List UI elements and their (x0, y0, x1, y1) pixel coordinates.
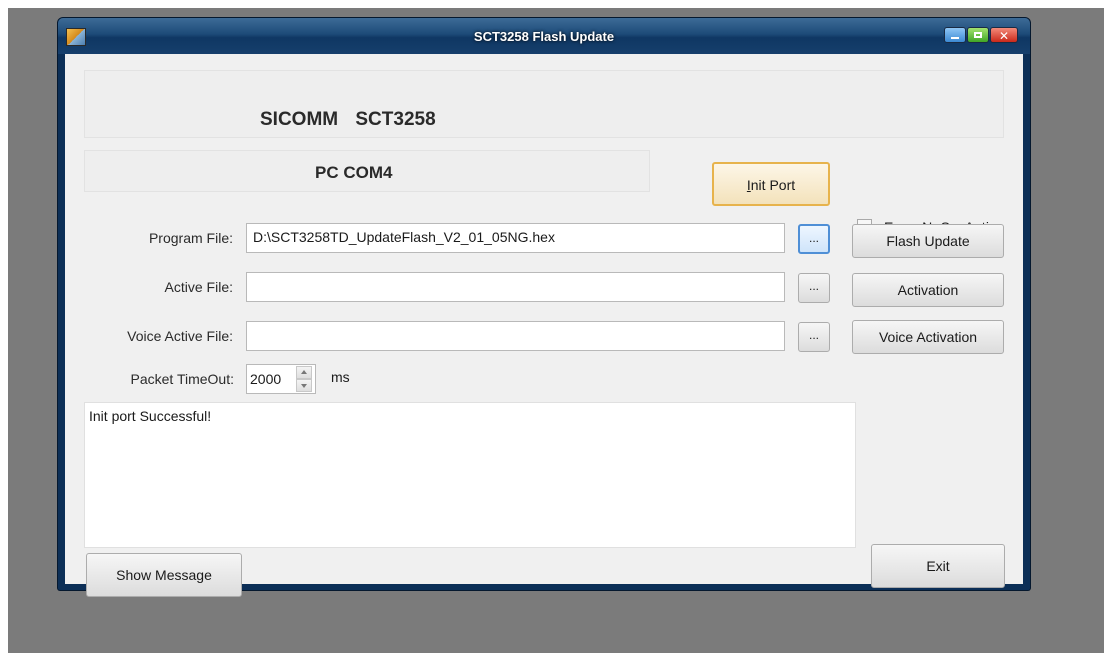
screen-top-band (0, 0, 1104, 8)
com-port-label: PC COM4 (315, 163, 393, 182)
header-panel (84, 70, 1004, 138)
maximize-icon (974, 32, 982, 38)
device-title: SICOMM SCT3258 (260, 109, 436, 130)
window-client-area: SICOMM SCT3258 PC COM4 Init Port EraseNo… (65, 54, 1023, 597)
packet-timeout-label: Packet TimeOut: (130, 371, 234, 387)
program-file-label: Program File: (148, 230, 233, 246)
voice-active-file-input[interactable] (246, 321, 785, 351)
program-file-input[interactable]: D:\SCT3258TD_UpdateFlash_V2_01_05NG.hex (246, 223, 785, 253)
app-window: SCT3258 Flash Update ✕ SICOMM SCT3258 PC… (58, 18, 1030, 597)
chevron-down-icon (301, 384, 307, 388)
activation-button[interactable]: Activation (852, 273, 1004, 307)
chevron-up-icon (301, 370, 307, 374)
timeout-unit-label: ms (331, 369, 350, 385)
spinner-up-button[interactable] (296, 366, 312, 379)
program-file-browse-button[interactable]: ... (798, 224, 830, 254)
maximize-button[interactable] (967, 27, 989, 43)
packet-timeout-value[interactable]: 2000 (250, 371, 281, 387)
packet-timeout-spinner[interactable]: 2000 (246, 364, 316, 394)
init-port-button[interactable]: Init Port (712, 162, 830, 206)
active-file-input[interactable] (246, 272, 785, 302)
spinner-down-button[interactable] (296, 379, 312, 392)
minimize-button[interactable] (944, 27, 966, 43)
window-title: SCT3258 Flash Update (473, 29, 615, 44)
flash-update-button[interactable]: Flash Update (852, 224, 1004, 258)
voice-active-file-label: Voice Active File: (127, 328, 233, 344)
exit-button[interactable]: Exit (871, 544, 1005, 588)
active-file-label: Active File: (164, 279, 233, 295)
message-log-text: Init port Successful! (89, 408, 212, 424)
message-log[interactable]: Init port Successful! (84, 402, 856, 548)
close-button[interactable]: ✕ (990, 27, 1018, 43)
close-icon: ✕ (999, 29, 1010, 43)
voice-activation-button[interactable]: Voice Activation (852, 320, 1004, 354)
active-file-browse-button[interactable]: ... (798, 273, 830, 303)
title-bar[interactable]: SCT3258 Flash Update ✕ (58, 18, 1030, 54)
init-port-label: nit Port (750, 177, 796, 193)
minimize-icon (951, 37, 959, 39)
voice-active-file-browse-button[interactable]: ... (798, 322, 830, 352)
show-message-button[interactable]: Show Message (86, 553, 242, 597)
